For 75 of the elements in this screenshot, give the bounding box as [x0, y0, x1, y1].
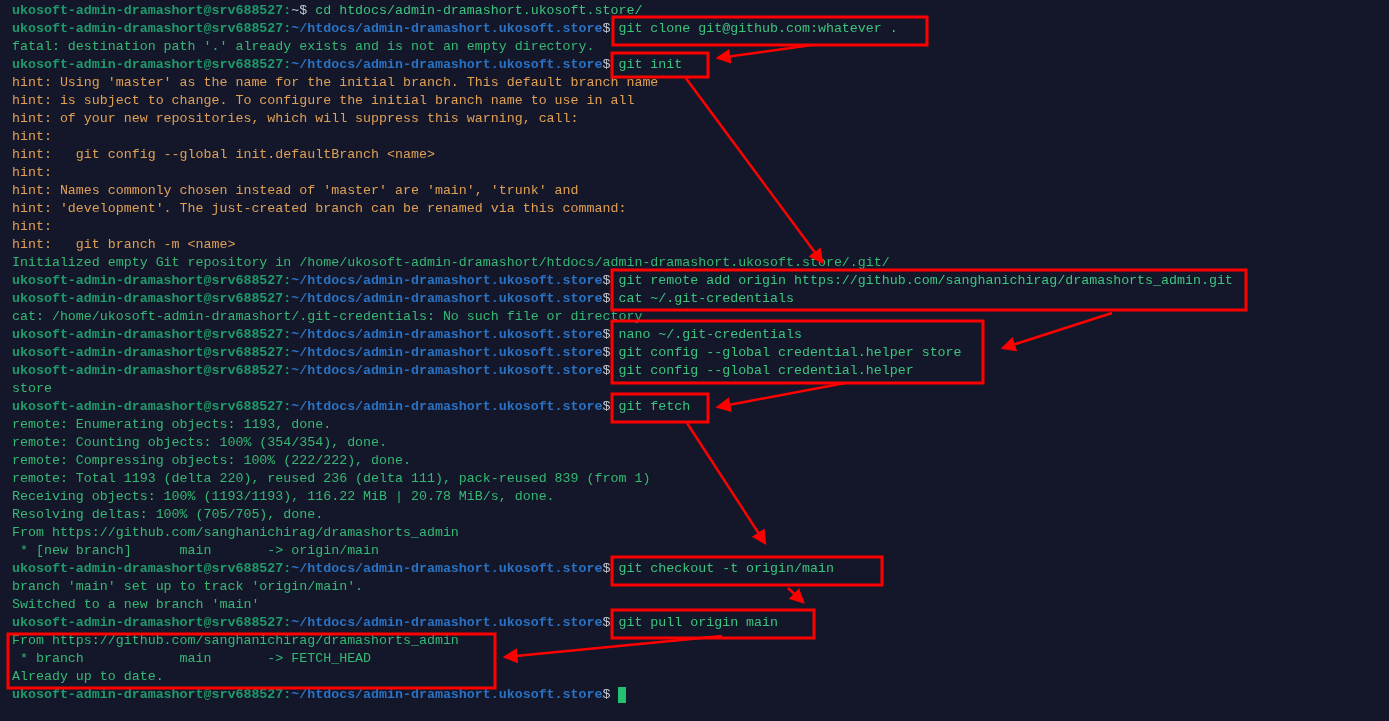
output-line: Switched to a new branch 'main' [12, 596, 260, 614]
prompt-user: ukosoft-admin-dramashort@srv688527: [12, 326, 292, 344]
hint-line: hint: Names commonly chosen instead of 'master' are 'main', 'trunk' and [12, 182, 579, 200]
command-text: cat ~/.git-credentials [618, 290, 794, 308]
hint-line: hint: Using 'master' as the name for the initial branch. This default branch name [12, 74, 659, 92]
command-text: git remote add origin https://github.com/sanghanichirag/dramashorts_admin.git [618, 272, 1233, 290]
prompt-user: ukosoft-admin-dramashort@srv688527: [12, 20, 292, 38]
output-line: remote: Counting objects: 100% (354/354), done. [12, 434, 388, 452]
prompt-path: ~/htdocs/admin-dramashort.ukosoft.store [291, 362, 603, 380]
output-line: From https://github.com/sanghanichirag/dramashorts_admin [12, 524, 459, 542]
hint-line: hint: [12, 164, 52, 182]
prompt-user: ukosoft-admin-dramashort@srv688527: [12, 686, 292, 704]
output-line: remote: Compressing objects: 100% (222/222), done. [12, 452, 411, 470]
prompt-user: ukosoft-admin-dramashort@srv688527: [12, 560, 292, 578]
command-text: nano ~/.git-credentials [618, 326, 802, 344]
hint-line: hint: 'development'. The just-created branch can be renamed via this command: [12, 200, 627, 218]
prompt-path: ~/htdocs/admin-dramashort.ukosoft.store [291, 560, 603, 578]
prompt-user: ukosoft-admin-dramashort@srv688527: [12, 2, 292, 20]
output-line: fatal: destination path '.' already exists and is not an empty directory. [12, 38, 595, 56]
output-line: * [new branch] main -> origin/main [18, 542, 380, 560]
prompt-symbol: $ [602, 326, 611, 344]
output-line: Receiving objects: 100% (1193/1193), 116.22 MiB | 20.78 MiB/s, done. [12, 488, 555, 506]
command-text: git init [618, 56, 683, 74]
hint-line: hint: git branch -m <name> [12, 236, 236, 254]
prompt-symbol: $ [602, 344, 611, 362]
command-text: cd htdocs/admin-dramashort.ukosoft.store/ [315, 2, 643, 20]
prompt-user: ukosoft-admin-dramashort@srv688527: [12, 344, 292, 362]
prompt-path: ~/htdocs/admin-dramashort.ukosoft.store [291, 20, 603, 38]
prompt-path: ~/htdocs/admin-dramashort.ukosoft.store [291, 398, 603, 416]
output-line: branch 'main' set up to track 'origin/main'. [12, 578, 364, 596]
prompt-user: ukosoft-admin-dramashort@srv688527: [12, 398, 292, 416]
prompt-path: ~/htdocs/admin-dramashort.ukosoft.store [291, 614, 603, 632]
prompt-path: ~/htdocs/admin-dramashort.ukosoft.store [291, 344, 603, 362]
prompt-symbol: $ [602, 614, 611, 632]
hint-line: hint: git config --global init.defaultBranch <name> [12, 146, 435, 164]
prompt-path: ~/htdocs/admin-dramashort.ukosoft.store [291, 686, 603, 704]
output-line: remote: Total 1193 (delta 220), reused 236 (delta 111), pack-reused 839 (from 1) [12, 470, 651, 488]
command-text: git fetch [618, 398, 691, 416]
command-text: git config --global credential.helper [618, 362, 914, 380]
prompt-path: ~/htdocs/admin-dramashort.ukosoft.store [291, 290, 603, 308]
hint-line: hint: [12, 218, 52, 236]
annotation-arrow [787, 587, 805, 604]
output-line: From https://github.com/sanghanichirag/dramashorts_admin [12, 632, 459, 650]
prompt-symbol: $ [602, 290, 611, 308]
prompt-path: ~/htdocs/admin-dramashort.ukosoft.store [291, 326, 603, 344]
prompt-user: ukosoft-admin-dramashort@srv688527: [12, 56, 292, 74]
output-line: store [12, 380, 52, 398]
prompt-symbol: $ [602, 272, 611, 290]
prompt-user: ukosoft-admin-dramashort@srv688527: [12, 290, 292, 308]
prompt-user: ukosoft-admin-dramashort@srv688527: [12, 362, 292, 380]
output-line: * branch main -> FETCH_HEAD [18, 650, 372, 668]
output-line: Already up to date. [12, 668, 164, 686]
output-line: cat: /home/ukosoft-admin-dramashort/.git-credentials: No such file or directory [12, 308, 643, 326]
command-text: git pull origin main [618, 614, 779, 632]
output-line: remote: Enumerating objects: 1193, done. [12, 416, 332, 434]
prompt-symbol: $ [299, 2, 308, 20]
hint-line: hint: [12, 128, 52, 146]
prompt-symbol: $ [602, 362, 611, 380]
prompt-symbol: $ [602, 560, 611, 578]
prompt-path: ~/htdocs/admin-dramashort.ukosoft.store [291, 56, 603, 74]
command-text: git config --global credential.helper store [618, 344, 962, 362]
prompt-symbol: $ [602, 398, 611, 416]
prompt-user: ukosoft-admin-dramashort@srv688527: [12, 272, 292, 290]
hint-line: hint: is subject to change. To configure the initial branch name to use in all [12, 92, 635, 110]
prompt-symbol: $ [602, 686, 611, 704]
command-text: git checkout -t origin/main [618, 560, 834, 578]
prompt-symbol: $ [602, 56, 611, 74]
output-line: Resolving deltas: 100% (705/705), done. [12, 506, 324, 524]
prompt-path: ~ [291, 2, 300, 20]
command-text: git clone git@github.com:whatever . [618, 20, 898, 38]
prompt-path: ~/htdocs/admin-dramashort.ukosoft.store [291, 272, 603, 290]
prompt-symbol: $ [602, 20, 611, 38]
hint-line: hint: of your new repositories, which will suppress this warning, call: [12, 110, 579, 128]
output-line: Initialized empty Git repository in /home/ukosoft-admin-dramashort/htdocs/admin-dramashort.ukosoft.store/.git/ [12, 254, 890, 272]
prompt-user: ukosoft-admin-dramashort@srv688527: [12, 614, 292, 632]
